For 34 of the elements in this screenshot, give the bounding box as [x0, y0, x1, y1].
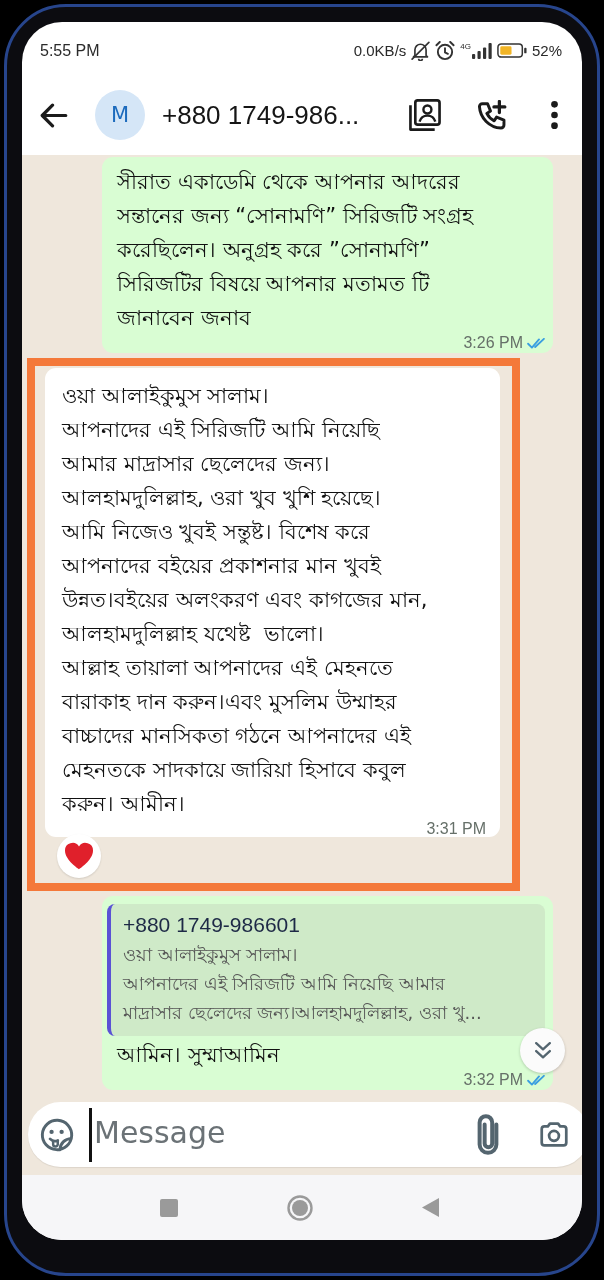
square-icon[interactable]	[160, 1198, 178, 1217]
back-arrow-icon[interactable]	[40, 102, 68, 128]
composer-bar[interactable]: Message	[28, 1102, 582, 1167]
circle-icon[interactable]	[287, 1194, 313, 1221]
battery-icon	[496, 43, 527, 58]
camera-icon[interactable]	[539, 1122, 569, 1147]
message-time: 3:32 PM	[463, 1071, 523, 1089]
contact-avatar[interactable]: M	[95, 90, 145, 140]
sticker-face-icon[interactable]	[40, 1117, 74, 1152]
quoted-message[interactable]: +880 1749-986601 ওয়া আলাইকুমুস সালাম। আপনাদের এই সিরিজটি আমি নিয়েছি আমার মাদ্রাসার ছেলেদের জন্য।আলহামদুলিল্লাহ, ওরা খু...	[107, 904, 545, 1036]
muted-bell-icon	[411, 40, 431, 61]
double-chevron-down-icon	[534, 1042, 551, 1059]
clock-time: 5:55 PM	[40, 41, 100, 60]
paperclip-icon[interactable]	[477, 1112, 499, 1157]
battery-percent: 52%	[531, 42, 562, 59]
message-text: আমিন। সুম্মাআমিন	[117, 1042, 280, 1069]
network-speed: 0.0KB/s	[353, 42, 407, 59]
triangle-icon[interactable]	[422, 1198, 439, 1217]
signal-bars-icon	[471, 42, 492, 59]
message-time: 3:31 PM	[426, 820, 486, 838]
contact-name[interactable]: +880 1749-986...	[162, 99, 409, 131]
quoted-author: +880 1749-986601	[123, 912, 301, 938]
reaction-badge[interactable]	[57, 834, 101, 878]
alarm-clock-icon	[435, 40, 456, 61]
message-text: ওয়া আলাইকুমুস সালাম। আপনাদের এই সিরিজটি আমি নিয়েছি আমার মাদ্রাসার ছেলেদের জন্য। আলহামদুলিল্লাহ, ওরা খুব খুশি হয়েছে। আমি নিজেও খুবই সন্তুষ্ট। বিশেষ করে আপনাদের বইয়ের প্রকাশনার মান খুবই উন্নত।বইয়ের অলংকরণ এবং কাগজের মান, আলহামদুলিল্লাহ যথেষ্ট ভালো। আল্লাহ তায়ালা আপনাদের এই মেহনতে বারাকাহ দান করুন।এবং মুসলিম উম্মাহর বাচ্চাদের মানসিকতা গঠনে আপনাদের এই মেহনতকে সাদকায়ে জারিয়া হিসাবে কবুল করুন। আমীন।	[62, 383, 428, 818]
heart-icon	[64, 842, 94, 870]
message-time: 3:26 PM	[463, 334, 523, 352]
quoted-text: ওয়া আলাইকুমুস সালাম। আপনাদের এই সিরিজটি আমি নিয়েছি আমার মাদ্রাসার ছেলেদের জন্য।আলহামদুলিল্লাহ, ওরা খু...	[123, 943, 483, 1025]
phone-plus-icon[interactable]	[477, 99, 507, 131]
more-options-icon[interactable]	[551, 101, 558, 129]
message-text: সীরাত একাডেমি থেকে আপনার আদরের সন্তানের জন্য “সোনামণি” সিরিজটি সংগ্রহ করেছিলেন। অনুগ্রহ করে ”সোনামণি” সিরিজটির বিষয়ে আপনার মতামত টি জানাবেন জনাব	[117, 168, 474, 332]
message-input[interactable]: Message	[89, 1107, 467, 1162]
contact-card-icon[interactable]	[409, 99, 441, 131]
network-type-label: 4G	[460, 41, 471, 51]
